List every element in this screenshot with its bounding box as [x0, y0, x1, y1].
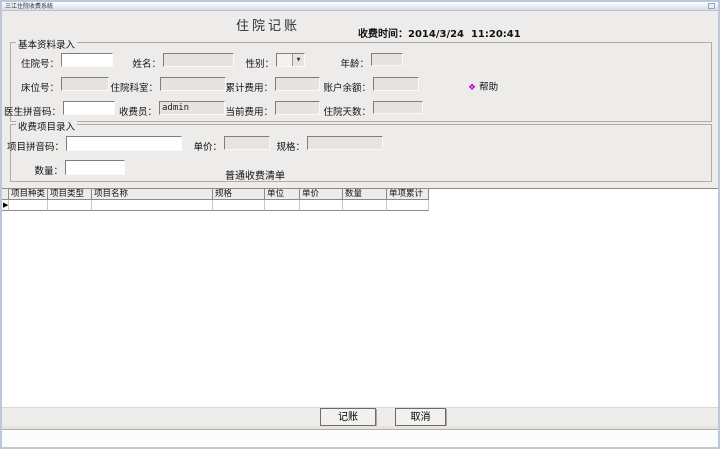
total-fee-label: 累计费用： — [225, 83, 273, 94]
doctor-pinyin-label: 医生拼音码： — [3, 107, 61, 118]
basic-info-legend: 基本资料录入 — [16, 37, 78, 51]
grid-header-item-type[interactable]: 项目类型 — [48, 189, 92, 200]
grid-header-row: 项目种类 项目类型 项目名称 规格 单位 单价 数量 单项累计 — [2, 189, 718, 200]
grid-header-item-total[interactable]: 单项累计 — [387, 189, 429, 200]
post-charge-button[interactable]: 记账 — [320, 408, 376, 426]
grid-header-item-kind[interactable]: 项目种类 — [9, 189, 48, 200]
help-icon: ❖ — [468, 83, 477, 93]
spec-label: 规格： — [276, 142, 305, 153]
titlebar-close-button[interactable] — [708, 3, 715, 9]
grid-cell[interactable] — [213, 200, 265, 211]
cancel-button[interactable]: 取消 — [395, 408, 446, 426]
balance-input[interactable] — [373, 77, 419, 91]
grid-cell[interactable] — [48, 200, 92, 211]
grid-cell[interactable] — [343, 200, 387, 211]
spec-input[interactable] — [307, 136, 383, 150]
grid-header-unit-price[interactable]: 单价 — [300, 189, 343, 200]
grid-cell[interactable] — [265, 200, 300, 211]
bottom-panel — [2, 430, 718, 447]
app-window: 三江住院收费系统 住院记账 收费时间：2014/3/24 11:20:41 基本… — [0, 0, 720, 449]
charge-time-label: 收费时间： — [358, 29, 408, 40]
quantity-label: 数量： — [34, 166, 63, 177]
cashier-label: 收费员： — [118, 107, 157, 118]
current-fee-label: 当前费用： — [225, 107, 273, 118]
quantity-input[interactable] — [65, 160, 125, 175]
grid-header-unit[interactable]: 单位 — [265, 189, 300, 200]
charge-time: 收费时间：2014/3/24 11:20:41 — [358, 25, 521, 40]
bed-no-label: 床位号： — [20, 83, 59, 94]
help-button[interactable]: ❖ 帮助 — [468, 79, 498, 93]
age-input[interactable] — [371, 53, 403, 66]
titlebar[interactable]: 三江住院收费系统 — [2, 2, 718, 11]
days-input[interactable] — [373, 101, 423, 114]
grid-cell[interactable] — [387, 200, 429, 211]
grid-cell[interactable] — [300, 200, 343, 211]
balance-label: 账户余额： — [323, 83, 371, 94]
days-label: 住院天数： — [323, 107, 371, 118]
current-row-marker-icon: ▶ — [3, 201, 9, 209]
grid-data-row[interactable]: ▶ — [2, 200, 718, 211]
page-title: 住院记账 — [236, 19, 301, 34]
grid-cell[interactable] — [92, 200, 213, 211]
fee-list-grid: 项目种类 项目类型 项目名称 规格 单位 单价 数量 单项累计 ▶ — [2, 188, 718, 408]
grid-caption: 普通收费清单 — [225, 171, 285, 182]
grid-header-selector[interactable] — [2, 189, 9, 200]
window-title: 三江住院收费系统 — [5, 3, 54, 10]
item-pinyin-label: 项目拼音码： — [6, 142, 64, 153]
row-selector-cell[interactable]: ▶ — [2, 200, 9, 211]
grid-header-spec[interactable]: 规格 — [213, 189, 265, 200]
charge-time-value: 2014/3/24 11:20:41 — [408, 29, 521, 40]
department-label: 住院科室： — [110, 83, 158, 94]
grid-cell[interactable] — [9, 200, 48, 211]
grid-header-quantity[interactable]: 数量 — [343, 189, 387, 200]
unit-price-label: 单价： — [193, 142, 222, 153]
help-label: 帮助 — [479, 82, 499, 93]
fee-item-legend: 收费项目录入 — [16, 119, 78, 133]
age-label: 年龄： — [340, 59, 369, 70]
admission-no-label: 住院号： — [20, 59, 59, 70]
gender-label: 性别： — [245, 59, 274, 70]
grid-header-item-name[interactable]: 项目名称 — [92, 189, 213, 200]
name-label: 姓名： — [132, 59, 161, 70]
